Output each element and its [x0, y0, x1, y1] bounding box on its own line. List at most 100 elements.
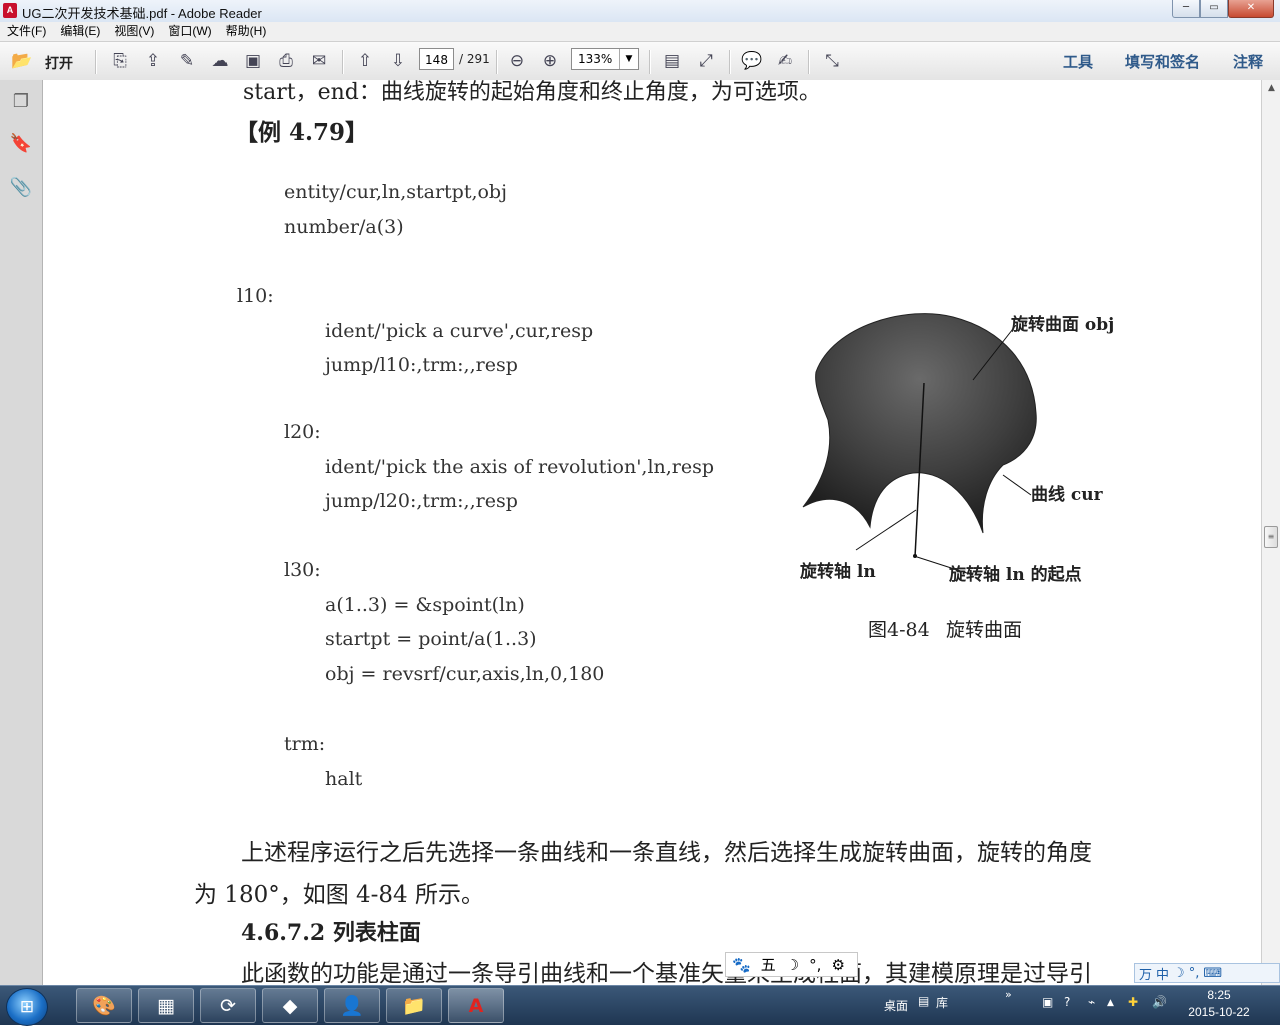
menu-edit[interactable]: 编辑(E)	[60, 22, 100, 41]
fit-page-icon[interactable]: ▤	[660, 49, 684, 73]
zoom-value: 133%	[578, 52, 613, 66]
ime-logo-icon[interactable]: 万	[1139, 964, 1152, 983]
code-line: obj = revsrf/cur,axis,ln,0,180	[325, 663, 605, 685]
keyboard-icon[interactable]: ⌨	[1203, 966, 1222, 981]
paint-app-icon[interactable]: 🎨	[76, 988, 132, 1023]
ime-language-bar[interactable]: 万 中 ☽ °, ⌨	[1134, 963, 1280, 983]
save-icon[interactable]: ▣	[241, 49, 265, 73]
menu-window[interactable]: 窗口(W)	[168, 22, 211, 41]
leader-curve	[1002, 474, 1032, 496]
vertical-scrollbar[interactable]: ▲ ≡ ▼	[1261, 80, 1280, 985]
start-button[interactable]: ⊞	[6, 988, 48, 1026]
ime-mode[interactable]: 五	[761, 954, 776, 975]
next-page-icon[interactable]: ⇩	[386, 49, 410, 73]
toolbar-separator	[808, 50, 810, 74]
punctuation-icon[interactable]: °,	[809, 956, 821, 974]
open-folder-icon[interactable]: 📂	[10, 49, 34, 73]
window-title: UG二次开发技术基础.pdf - Adobe Reader	[22, 6, 262, 21]
print-icon[interactable]: ⎙	[274, 49, 298, 73]
adobe-reader-icon: A	[3, 3, 17, 18]
email-icon[interactable]: ✉	[307, 49, 331, 73]
scroll-thumb[interactable]: ≡	[1264, 526, 1278, 548]
code-label: l10:	[237, 285, 274, 307]
previous-page-icon[interactable]: ⇧	[353, 49, 377, 73]
edit-pdf-icon[interactable]: ✎	[175, 49, 199, 73]
highlight-icon[interactable]: ✍	[773, 49, 797, 73]
code-label: l30:	[284, 559, 321, 581]
explorer-app-icon[interactable]: 📁	[386, 988, 442, 1023]
ime-chinese-mode[interactable]: 中	[1156, 964, 1169, 983]
figure-label-start: 旋转轴 ln 的起点	[949, 565, 1082, 585]
help-tray-icon[interactable]: ?	[1064, 995, 1070, 1009]
toolbar-expand-icon[interactable]: »	[1005, 988, 1012, 1001]
code-line: jump/l10:,trm:,,resp	[325, 354, 518, 376]
zoom-out-icon[interactable]: ⊖	[505, 49, 529, 73]
export-pdf-icon[interactable]: ⇪	[141, 49, 165, 73]
system-clock[interactable]: 8:25 2015-10-22	[1186, 987, 1252, 1021]
media-app-icon[interactable]: ◆	[262, 988, 318, 1023]
chevron-down-icon[interactable]: ▼	[619, 49, 638, 69]
zoom-select[interactable]: 133% ▼	[571, 48, 639, 70]
comment-icon[interactable]: 💬	[740, 49, 764, 73]
code-line: entity/cur,ln,startpt,obj	[284, 181, 507, 203]
update-tray-icon[interactable]: ✚	[1128, 995, 1138, 1009]
gear-icon[interactable]: ⚙	[831, 956, 844, 974]
scroll-up-icon[interactable]: ▲	[1262, 80, 1280, 96]
code-line: startpt = point/a(1..3)	[325, 628, 537, 650]
figure-label-axis: 旋转轴 ln	[800, 562, 876, 582]
punctuation-icon[interactable]: °,	[1189, 966, 1200, 981]
fit-width-icon[interactable]: ⤢	[694, 49, 718, 73]
create-pdf-icon[interactable]: ⎘	[108, 49, 132, 73]
bookmarks-icon[interactable]: 🔖	[9, 130, 33, 156]
code-line: number/a(3)	[284, 216, 404, 238]
document-viewer[interactable]: start，end：曲线旋转的起始角度和终止角度，为可选项。 【例 4.79】 …	[43, 80, 1261, 985]
menu-help[interactable]: 帮助(H)	[226, 22, 267, 41]
fill-sign-link[interactable]: 填写和签名	[1125, 51, 1200, 72]
code-line: a(1..3) = &spoint(ln)	[325, 594, 525, 616]
toolbar-separator	[95, 50, 97, 74]
photo-app-icon[interactable]: 👤	[324, 988, 380, 1023]
moon-icon[interactable]: ☽	[1173, 966, 1185, 981]
paw-icon[interactable]: 🐾	[732, 956, 751, 974]
code-line: ident/'pick a curve',cur,resp	[325, 320, 594, 342]
menu-bar: 文件(F) 编辑(E) 视图(V) 窗口(W) 帮助(H)	[0, 22, 1280, 41]
network-tray-icon[interactable]: ⌁	[1088, 995, 1095, 1009]
library-toolbar-label[interactable]: 库	[936, 994, 948, 1011]
figure-caption-number: 图4-84	[868, 619, 930, 641]
full-screen-icon[interactable]: ⤡	[820, 49, 844, 73]
code-label: trm:	[284, 733, 326, 755]
surface-shape	[802, 313, 1037, 534]
menu-file[interactable]: 文件(F)	[7, 22, 46, 41]
taskbar: ⊞ 🎨 ▦ ⟳ ◆ 👤 📁 A 桌面 ▤ 库 » ▣ ? ⌁ ▲ ✚ 🔊	[0, 985, 1280, 1026]
page-thumbnails-icon[interactable]: ❐	[9, 88, 33, 114]
pdf-page: start，end：曲线旋转的起始角度和终止角度，为可选项。 【例 4.79】 …	[43, 80, 1261, 985]
zoom-in-icon[interactable]: ⊕	[538, 49, 562, 73]
section-heading: 4.6.7.2 列表柱面	[241, 920, 421, 946]
toolbar-separator	[342, 50, 344, 74]
minimize-button[interactable]: ─	[1172, 0, 1200, 18]
maximize-button[interactable]: ▭	[1200, 0, 1228, 18]
sync-app-icon[interactable]: ⟳	[200, 988, 256, 1023]
tools-link[interactable]: 工具	[1063, 51, 1093, 72]
volume-tray-icon[interactable]: 🔊	[1152, 995, 1167, 1009]
attachments-icon[interactable]: 📎	[9, 174, 33, 200]
comment-link[interactable]: 注释	[1233, 51, 1263, 72]
adobe-reader-taskbar-icon[interactable]: A	[448, 988, 504, 1023]
desktop-toolbar-label[interactable]: 桌面	[884, 997, 908, 1014]
toolbar-separator	[496, 50, 498, 74]
moon-icon[interactable]: ☽	[786, 956, 799, 974]
page-number-input[interactable]: 148	[419, 48, 454, 70]
upload-cloud-icon[interactable]: ☁	[208, 49, 232, 73]
open-button[interactable]: 打开	[45, 53, 73, 73]
code-line: halt	[325, 768, 363, 790]
paragraph-line: 为 180°，如图 4-84 所示。	[194, 882, 485, 908]
toolbar-separator	[649, 50, 651, 74]
show-hidden-icons-icon[interactable]: ▲	[1107, 998, 1114, 1008]
text-line: start，end：曲线旋转的起始角度和终止角度，为可选项。	[243, 80, 821, 105]
ime-toolbar[interactable]: 🐾 五 ☽ °, ⚙	[725, 952, 858, 977]
tray-app-icon[interactable]: ▣	[1042, 995, 1053, 1009]
menu-view[interactable]: 视图(V)	[114, 22, 154, 41]
library-folder-icon[interactable]: ▤	[918, 994, 929, 1008]
calculator-app-icon[interactable]: ▦	[138, 988, 194, 1023]
close-button[interactable]: ✕	[1228, 0, 1274, 18]
